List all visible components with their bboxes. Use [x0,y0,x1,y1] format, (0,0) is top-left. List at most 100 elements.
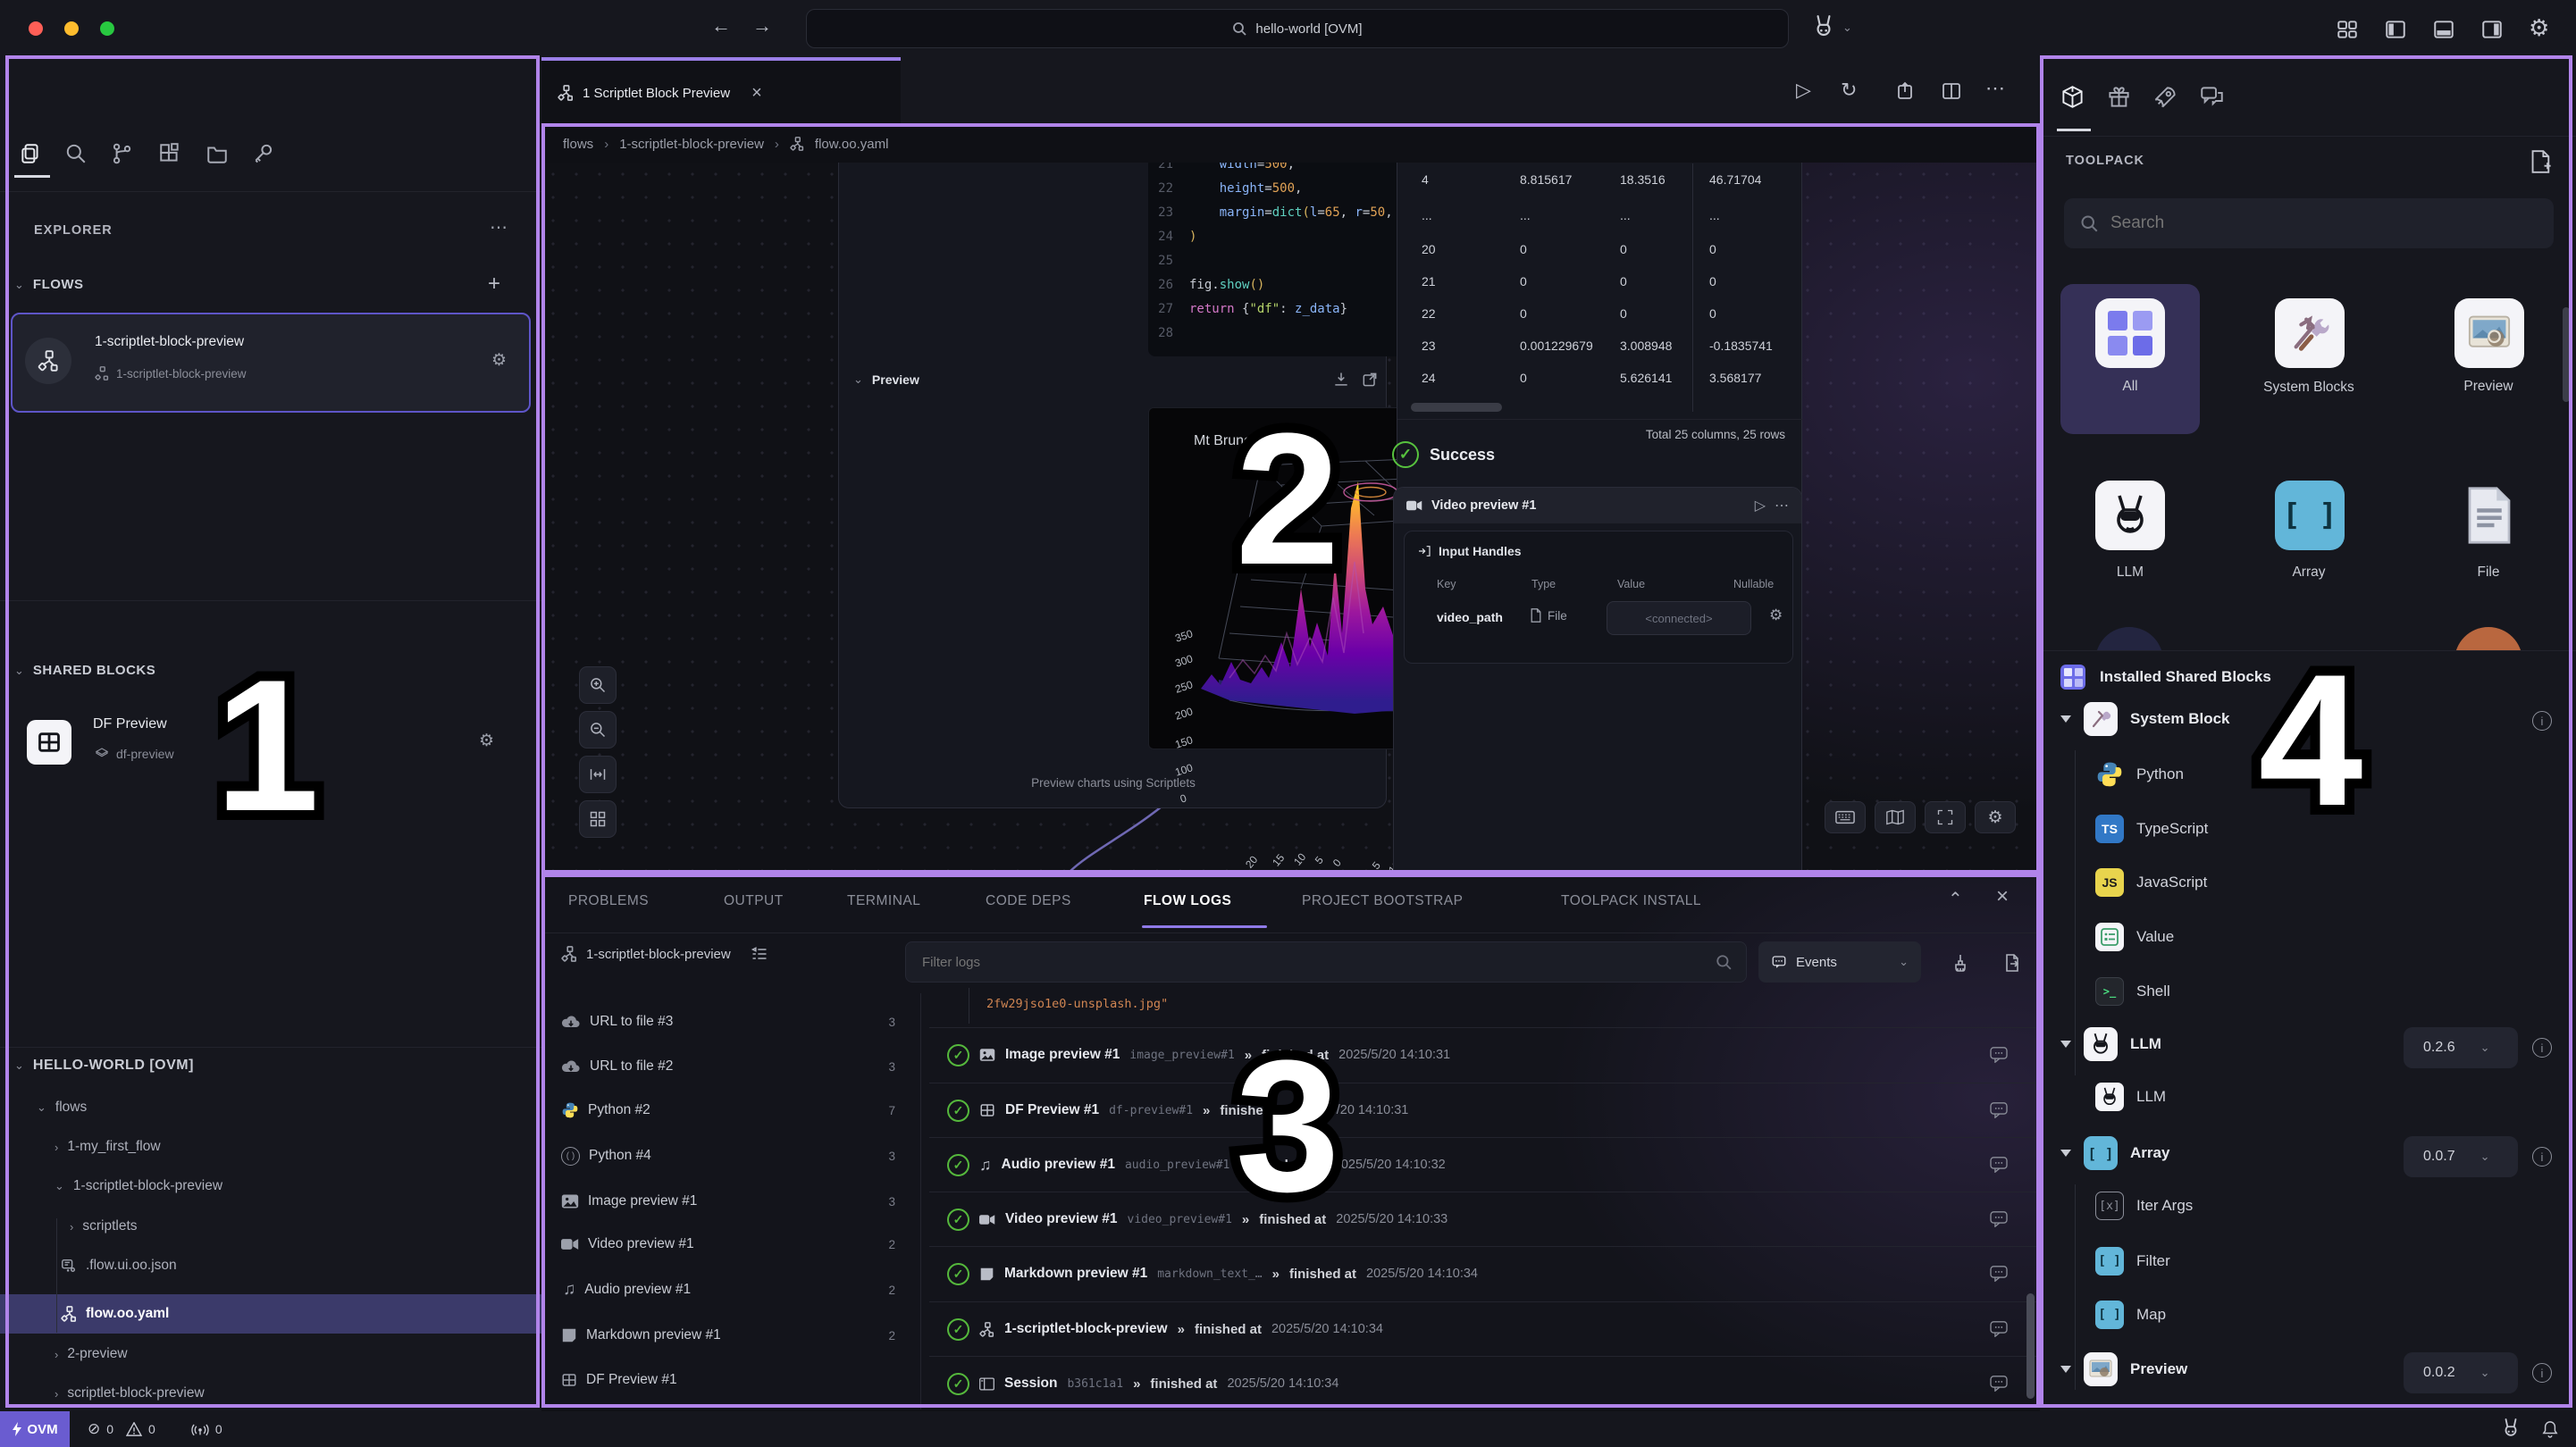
block-value[interactable]: Value [2095,923,2174,951]
comment-icon[interactable] [1990,1211,2008,1227]
flows-icon[interactable] [110,142,133,165]
toolpack-cube-icon[interactable] [2060,85,2085,109]
maximize-panel-icon[interactable]: ⌃ [1948,888,1963,910]
files-icon[interactable] [19,142,42,165]
zoom-out-button[interactable] [579,711,617,749]
editor-more-icon[interactable]: ⋯ [1985,77,2005,100]
filter-logs-field[interactable] [920,954,1716,971]
log-block-image-preview[interactable]: Image preview #13 [541,1179,920,1224]
log-entry-video-preview[interactable]: ✓ Video preview #1video_preview#1 »finis… [929,1192,2040,1246]
info-icon[interactable]: i [2532,1363,2552,1383]
toolpack-search-field[interactable] [2109,213,2538,234]
run-flow-icon[interactable]: ▷ [1796,79,1811,102]
handle-settings-gear-icon[interactable]: ⚙ [1769,606,1783,624]
tree-item-flows[interactable]: ⌄flows [37,1097,87,1118]
export-logs-icon[interactable] [2001,952,2023,974]
toolpack-search[interactable] [2064,198,2554,248]
log-block-markdown-preview[interactable]: Markdown preview #12 [541,1313,920,1358]
tree-item-scriptlets[interactable]: ›scriptlets [70,1216,138,1237]
comment-icon[interactable] [1990,1102,2008,1118]
log-entry-flow-finished[interactable]: ✓ 1-scriptlet-block-preview »finished at… [929,1301,2040,1356]
log-block-url-to-file-3[interactable]: URL to file #33 [541,1000,920,1044]
flows-section-header[interactable]: ⌄ FLOWS [14,277,84,292]
breadcrumb-file[interactable]: flow.oo.yaml [815,137,889,152]
section-array[interactable]: [ ] Array [2060,1136,2169,1170]
blocks-icon[interactable] [158,142,181,165]
fit-view-button[interactable] [579,756,617,793]
info-icon[interactable]: i [2532,1147,2552,1167]
log-entry-df-preview[interactable]: ✓ DF Preview #1df-preview#1 »finished at… [929,1083,2040,1137]
comment-icon[interactable] [1990,1047,2008,1063]
tree-item-flow-oo-yaml[interactable]: flow.oo.yaml [61,1303,169,1325]
category-array[interactable]: [ ] [2275,481,2345,550]
comment-icon[interactable] [1990,1321,2008,1337]
rabbit-icon[interactable] [2501,1418,2521,1441]
gift-icon[interactable] [2107,85,2131,109]
breadcrumb-folder[interactable]: 1-scriptlet-block-preview [619,137,764,152]
block-typescript[interactable]: TS TypeScript [2095,815,2208,843]
log-entry-markdown-preview[interactable]: ✓ Markdown preview #1markdown_text_… »fi… [929,1246,2040,1301]
scriptlet-node[interactable]: 21 width=500, 22 height=500, 23 margin=d… [838,163,1387,808]
shared-block-settings-gear-icon[interactable]: ⚙ [479,731,494,751]
toolpack-scrollbar[interactable] [2563,307,2570,402]
log-entry-session[interactable]: ✓ Sessionb361c1a1 »finished at2025/5/20 … [929,1356,2040,1409]
new-toolpack-icon[interactable] [2530,150,2552,173]
export-icon[interactable] [1894,80,1916,102]
tab-project-bootstrap[interactable]: PROJECT BOOTSTRAP [1302,893,1463,909]
bell-icon[interactable] [2542,1420,2558,1438]
settings-gear-icon[interactable]: ⚙ [2529,14,2549,42]
block-filter[interactable]: [ ] Filter [2095,1247,2170,1276]
comment-icon[interactable] [1990,1157,2008,1173]
node-more-icon[interactable]: ⋯ [1775,497,1789,514]
tree-item-scriptlet-block-preview[interactable]: ›scriptlet-block-preview [55,1383,205,1404]
feedback-chat-icon[interactable] [2200,85,2224,109]
flow-settings-gear-icon[interactable]: ⚙ [491,350,507,371]
array-version-dropdown[interactable]: 0.0.7⌄ [2404,1136,2518,1177]
preview-version-dropdown[interactable]: 0.0.2⌄ [2404,1352,2518,1393]
block-map[interactable]: [ ] Map [2095,1301,2166,1329]
clear-logs-broom-icon[interactable] [1950,952,1971,974]
close-window-button[interactable] [29,21,43,36]
tab-toolpack-install[interactable]: TOOLPACK INSTALL [1561,893,1701,909]
close-tab-icon[interactable]: × [751,83,762,104]
flow-canvas[interactable]: 21 width=500, 22 height=500, 23 margin=d… [541,163,2040,873]
log-block-url-to-file-2[interactable]: URL to file #23 [541,1044,920,1089]
close-panel-icon[interactable]: × [1996,884,2009,909]
section-system-block[interactable]: System Block [2060,702,2230,736]
folder-icon[interactable] [206,142,229,165]
explorer-more-icon[interactable]: ⋯ [490,216,508,238]
nav-forward-icon[interactable]: → [752,14,772,38]
layout-grid-button[interactable] [579,800,617,838]
category-preview[interactable] [2454,298,2524,368]
toggle-left-panel-icon[interactable] [2384,18,2407,41]
block-llm[interactable]: LLM [2095,1083,2166,1111]
errors-icon[interactable]: ⊘ [88,1420,100,1438]
filter-logs-input[interactable] [905,941,1747,983]
workspace-search-field[interactable]: hello-world [OVM] [806,9,1789,48]
tab-code-deps[interactable]: CODE DEPS [986,893,1071,909]
keyboard-shortcuts-button[interactable] [1825,801,1866,833]
node-preview-toggle[interactable]: ⌄Preview [853,372,919,387]
tree-item-my-first-flow[interactable]: ›1-my_first_flow [55,1136,161,1158]
block-shell[interactable]: >_ Shell [2095,977,2170,1006]
zoom-in-button[interactable] [579,666,617,704]
log-block-audio-preview[interactable]: ♫ Audio preview #12 [541,1267,920,1312]
breadcrumb-flows[interactable]: flows [563,137,593,152]
zoom-window-button[interactable] [100,21,114,36]
ports-broadcast-icon[interactable] [191,1422,209,1436]
rocket-icon[interactable] [2153,85,2177,109]
comment-icon[interactable] [1990,1376,2008,1392]
assistant-menu-button[interactable]: ⌄ [1812,14,1852,41]
canvas-settings-gear-icon[interactable]: ⚙ [1975,801,2016,833]
section-preview[interactable]: Preview [2060,1352,2187,1386]
block-iter-args[interactable]: [x] Iter Args [2095,1192,2193,1220]
tree-item-flow-ui-json[interactable]: .flow.ui.oo.json [61,1255,177,1276]
tab-scriptlet-block-preview[interactable]: 1 Scriptlet Block Preview × [541,57,901,125]
run-node-icon[interactable]: ▷ [1755,497,1766,514]
log-block-python-4[interactable]: ( ) Python #43 [541,1133,920,1178]
log-entry-image-preview[interactable]: ✓ Image preview #1image_preview#1 »finis… [929,1027,2040,1082]
tab-terminal[interactable]: TERMINAL [847,893,920,909]
shared-blocks-section-header[interactable]: ⌄ SHARED BLOCKS [14,663,155,678]
flow-list-item[interactable]: 1-scriptlet-block-preview 1-scriptlet-bl… [11,313,531,413]
tree-item-scriptlet-block-preview-folder[interactable]: ⌄1-scriptlet-block-preview [55,1175,222,1197]
